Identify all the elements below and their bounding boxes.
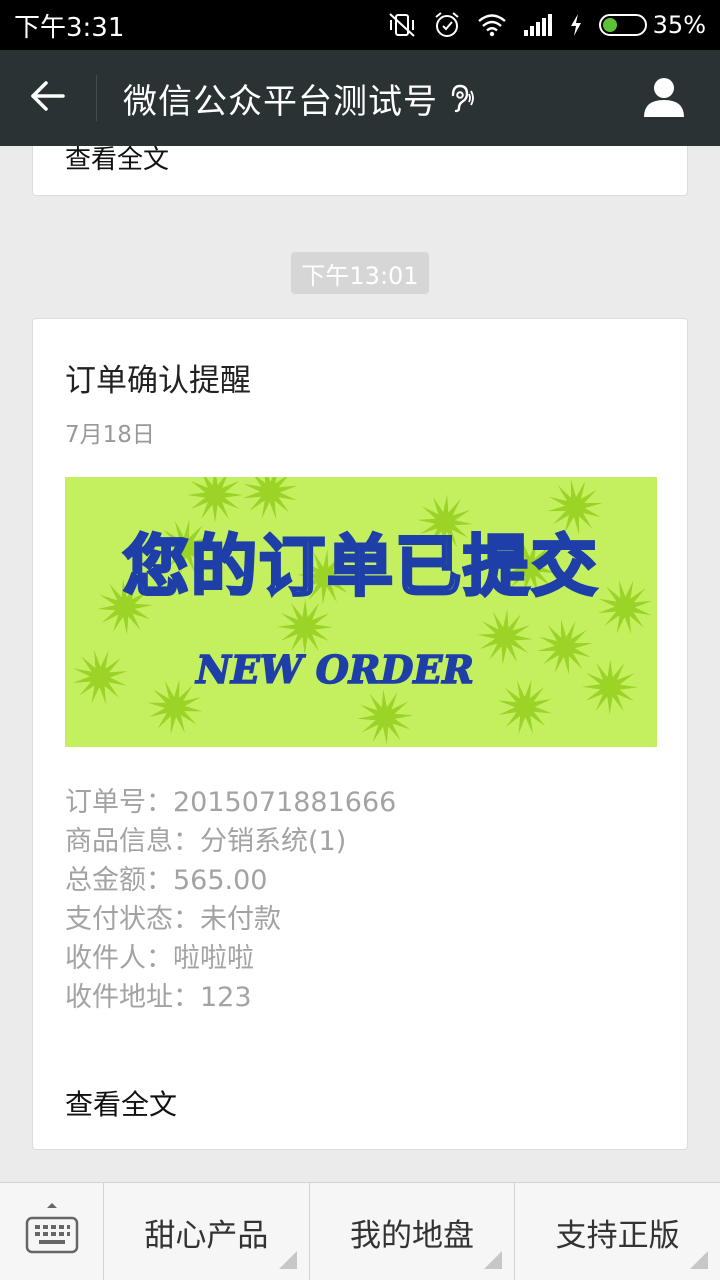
payment-status-line: 支付状态：未付款: [65, 904, 281, 935]
vibrate-off-icon: [387, 12, 417, 38]
chat-header: 微信公众平台测试号: [0, 50, 720, 146]
wifi-icon: [477, 13, 507, 37]
order-number-line: 订单号：2015071881666: [65, 787, 397, 818]
recipient-line: 收件人：啦啦啦: [65, 943, 254, 974]
menu-item-label: 甜心产品: [144, 1217, 269, 1254]
back-arrow-icon: [30, 80, 66, 116]
menu-item-support-genuine[interactable]: 支持正版: [515, 1183, 720, 1280]
status-icons: 35%: [387, 11, 706, 39]
status-time: 下午3:31: [14, 12, 125, 43]
battery-percent: 35%: [652, 11, 706, 39]
total-amount-line: 总金额：565.00: [65, 865, 268, 896]
message-date: 7月18日: [65, 422, 155, 448]
menu-item-label: 我的地盘: [350, 1217, 474, 1254]
order-banner-image: 您的订单已提交 NEW ORDER: [65, 477, 657, 747]
read-more-link[interactable]: 查看全文: [65, 1083, 177, 1123]
profile-button[interactable]: [638, 72, 690, 124]
keyboard-toggle-button[interactable]: [0, 1183, 104, 1280]
message-timestamp: 下午13:01: [291, 252, 429, 294]
back-button[interactable]: [0, 50, 96, 146]
person-icon: [642, 74, 686, 122]
banner-subline: NEW ORDER: [195, 647, 474, 692]
previous-read-more[interactable]: 查看全文: [65, 146, 169, 176]
submenu-indicator-icon: [484, 1251, 503, 1269]
earpiece-icon: [448, 83, 474, 113]
message-card[interactable]: 订单确认提醒 7月18日 您的订单已提交 NEW ORDER 订单号：20150…: [32, 318, 688, 1150]
keyboard-icon: [24, 1202, 80, 1262]
signal-icon: [523, 13, 553, 37]
charging-icon: [569, 13, 583, 37]
submenu-indicator-icon: [278, 1251, 297, 1269]
product-info-line: 商品信息：分销系统(1): [65, 826, 347, 857]
chat-title: 微信公众平台测试号: [123, 81, 438, 122]
menu-item-label: 支持正版: [555, 1217, 680, 1254]
alarm-icon: [433, 11, 461, 39]
order-details: 订单号：2015071881666 商品信息：分销系统(1) 总金额：565.0…: [65, 783, 396, 1017]
bottom-menu-bar: 甜心产品 我的地盘 支持正版: [0, 1182, 720, 1280]
battery-icon: 35%: [598, 11, 706, 39]
message-title: 订单确认提醒: [65, 363, 251, 399]
previous-message-card[interactable]: 查看全文: [32, 146, 688, 196]
status-bar: 下午3:31 35%: [0, 0, 720, 50]
banner-headline: 您的订单已提交: [123, 528, 599, 605]
submenu-indicator-icon: [690, 1251, 709, 1269]
menu-item-my-territory[interactable]: 我的地盘: [310, 1183, 516, 1280]
message-list[interactable]: 查看全文 下午13:01 订单确认提醒 7月18日 您的订单已提交 NEW OR…: [0, 146, 720, 1182]
menu-item-sweet-products[interactable]: 甜心产品: [104, 1183, 310, 1280]
address-line: 收件地址：123: [65, 982, 252, 1013]
header-divider: [96, 75, 97, 121]
